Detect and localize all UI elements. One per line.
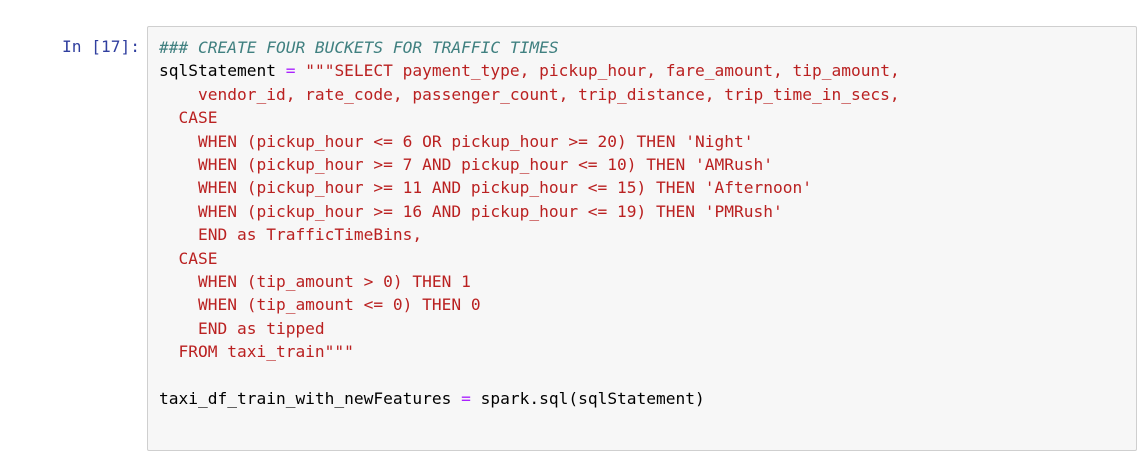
code-token-str: vendor_id, rate_code, passenger_count, t… xyxy=(159,84,900,104)
code-token-plain: sqlStatement xyxy=(159,61,286,81)
code-line: WHEN (pickup_hour >= 16 AND pickup_hour … xyxy=(159,200,900,223)
code-token-str: CASE xyxy=(159,248,218,268)
code-line: FROM taxi_train""" xyxy=(159,340,900,363)
code-token-str: WHEN (tip_amount <= 0) THEN 0 xyxy=(159,295,481,315)
code-line: vendor_id, rate_code, passenger_count, t… xyxy=(159,83,900,106)
code-token-str: FROM taxi_train""" xyxy=(159,342,354,362)
code-token-plain: spark.sql(sqlStatement) xyxy=(470,388,705,408)
code-line: WHEN (pickup_hour >= 7 AND pickup_hour <… xyxy=(159,153,900,176)
code-token-str: END as TrafficTimeBins, xyxy=(159,225,423,245)
code-token-str: CASE xyxy=(159,108,218,128)
code-token-str: WHEN (pickup_hour >= 7 AND pickup_hour <… xyxy=(159,154,773,174)
code-line: CASE xyxy=(159,106,900,129)
code-line: ### CREATE FOUR BUCKETS FOR TRAFFIC TIME… xyxy=(159,36,900,59)
code-input-area[interactable]: ### CREATE FOUR BUCKETS FOR TRAFFIC TIME… xyxy=(147,26,1137,451)
code-token-op: = xyxy=(285,61,296,81)
code-token-str: """SELECT payment_type, pickup_hour, far… xyxy=(305,61,900,81)
input-prompt: In [17]: xyxy=(62,37,140,56)
notebook-code-cell[interactable]: In [17]: ### CREATE FOUR BUCKETS FOR TRA… xyxy=(0,0,1140,453)
code-token-str: WHEN (tip_amount > 0) THEN 1 xyxy=(159,271,471,291)
code-line: WHEN (tip_amount > 0) THEN 1 xyxy=(159,270,900,293)
code-editor[interactable]: ### CREATE FOUR BUCKETS FOR TRAFFIC TIME… xyxy=(159,36,900,410)
code-token-op: = xyxy=(461,388,471,408)
code-token-str: WHEN (pickup_hour <= 6 OR pickup_hour >=… xyxy=(159,131,754,151)
code-token-str: WHEN (pickup_hour >= 11 AND pickup_hour … xyxy=(159,178,812,198)
code-token-plain: taxi_df_train_with_newFeatures xyxy=(159,388,462,408)
code-line: taxi_df_train_with_newFeatures = spark.s… xyxy=(159,387,900,410)
code-line: WHEN (pickup_hour <= 6 OR pickup_hour >=… xyxy=(159,130,900,153)
code-line: WHEN (tip_amount <= 0) THEN 0 xyxy=(159,293,900,316)
code-line: sqlStatement = """SELECT payment_type, p… xyxy=(159,59,900,82)
code-token-comment: ### CREATE FOUR BUCKETS FOR TRAFFIC TIME… xyxy=(159,38,559,57)
code-line: CASE xyxy=(159,247,900,270)
code-line: WHEN (pickup_hour >= 11 AND pickup_hour … xyxy=(159,176,900,199)
code-token-str: WHEN (pickup_hour >= 16 AND pickup_hour … xyxy=(159,201,783,221)
code-line: END as tipped xyxy=(159,317,900,340)
code-line: END as TrafficTimeBins, xyxy=(159,223,900,246)
code-token-str: END as tipped xyxy=(159,318,325,338)
